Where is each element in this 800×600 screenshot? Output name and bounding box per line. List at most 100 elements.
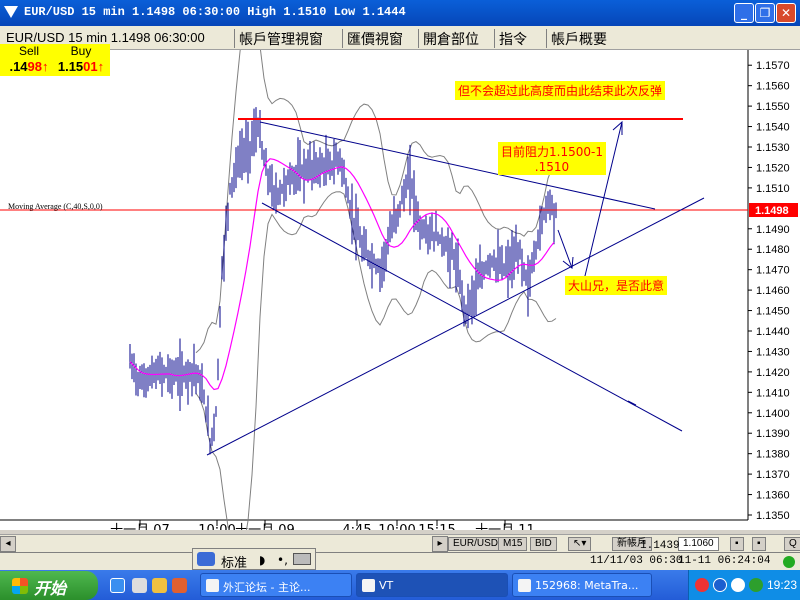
status-server-time: 11-11 06:24:04 <box>678 555 771 567</box>
tab-account-summary[interactable]: 帳戶概要 <box>546 29 611 48</box>
scroll-left-button[interactable]: ◂ <box>0 536 16 552</box>
price-tick-label: 1.1430 <box>756 346 790 358</box>
minimize-button[interactable]: _ <box>734 3 754 23</box>
task-metatrader[interactable]: 152968: MetaTra... <box>512 573 652 597</box>
symbol-title: EUR/USD 15 min 1.1498 06:30:00 <box>6 30 205 45</box>
minimize-icon: _ <box>741 6 747 20</box>
price-tick-label: 1.1490 <box>756 224 790 236</box>
half-width-icon[interactable]: ◗ <box>259 553 265 567</box>
annotation-bottom: 大山兄，是否此意 <box>565 276 668 295</box>
media-icon[interactable] <box>152 578 167 593</box>
bollinger-bands <box>195 50 557 530</box>
tray-icon-1[interactable] <box>695 578 709 592</box>
connection-status-icon <box>783 556 795 568</box>
tab-period[interactable]: M15 <box>498 537 528 551</box>
task-forum[interactable]: 外汇论坛 - 主论... <box>200 573 352 597</box>
price-bars <box>129 107 557 455</box>
price-tick-label: 1.1540 <box>756 122 790 134</box>
time-tick-label: 十一月.09 <box>235 523 295 530</box>
vt-icon <box>362 579 375 592</box>
price-tick-label: 1.1480 <box>756 244 790 256</box>
time-tick-label: 15:15 <box>418 523 455 530</box>
metatrader-icon <box>518 579 531 592</box>
buy-label: Buy <box>70 44 92 58</box>
lower-channel-line <box>261 202 683 432</box>
tab-orders[interactable]: 指令 <box>494 29 531 48</box>
sell-label: Sell <box>18 44 39 58</box>
price-tick-label: 1.1510 <box>756 183 790 195</box>
price-tick-label: 1.1370 <box>756 469 790 481</box>
task-vt[interactable]: VT <box>356 573 508 597</box>
app-logo-icon <box>4 6 18 18</box>
desktop-icon[interactable] <box>132 578 147 593</box>
tab-side[interactable]: BID <box>530 537 557 551</box>
sell-quote[interactable]: Sell .1498↑ <box>0 44 58 76</box>
price-tick-label: 1.1520 <box>756 162 790 174</box>
chart-scroll-bar[interactable]: ◂ ▸ EUR/USD M15 BID ↖▾ 新帳戶 1.1060 ▪ ▪ Q <box>0 534 800 552</box>
tab-quotes[interactable]: 匯價視窗 <box>342 29 407 48</box>
ime-toolbar[interactable]: 标准 ◗ •, <box>192 548 316 571</box>
ime-logo-icon <box>197 552 215 566</box>
clock: 19:23 <box>767 578 798 592</box>
price-tick-label: 1.1410 <box>756 387 790 399</box>
price-tick-label: 1.1440 <box>756 326 790 338</box>
price-tick-label: 1.1550 <box>756 101 790 113</box>
tab-account-management[interactable]: 帳戶管理視窗 <box>234 29 327 48</box>
chart-tool-icon-2[interactable]: ▪ <box>752 537 766 551</box>
ime-mode[interactable]: 标准 <box>221 552 247 571</box>
time-tick-label: 4:45 <box>342 523 371 530</box>
window-title: EUR/USD 15 min 1.1498 06:30:00 High 1.15… <box>24 5 406 19</box>
volume-icon[interactable] <box>731 578 745 592</box>
tab-open-positions[interactable]: 開倉部位 <box>418 29 483 48</box>
status-price: 1.1439 <box>640 540 680 552</box>
tray-icon-2[interactable] <box>713 578 727 592</box>
price-tick-label: 1.1530 <box>756 142 790 154</box>
price-tick-label: 1.1460 <box>756 285 790 297</box>
annotation-resistance-line1: 目前阻力1.1500-1 <box>501 145 603 159</box>
scroll-right-button[interactable]: ▸ <box>432 536 448 552</box>
punctuation-icon[interactable]: •, <box>277 553 288 567</box>
time-tick-label: 10:00 <box>198 523 235 530</box>
price-tick-label: 1.1560 <box>756 81 790 93</box>
browser-icon <box>206 579 219 592</box>
price-tick-label: 1.1360 <box>756 490 790 502</box>
start-button[interactable]: 开始 <box>0 571 98 600</box>
annotation-resistance: 目前阻力1.1500-1 .1510 <box>498 142 606 175</box>
price-tick-label: 1.1400 <box>756 408 790 420</box>
restore-button[interactable]: ❐ <box>755 3 775 23</box>
annotation-top: 但不会超过此高度而由此结束此次反弹 <box>455 81 666 100</box>
buy-price: 1.1501↑ <box>57 59 105 74</box>
title-bar: EUR/USD 15 min 1.1498 06:30:00 High 1.15… <box>0 0 800 26</box>
price-tick-label: 1.1470 <box>756 265 790 277</box>
system-tray: 19:23 <box>688 570 800 600</box>
cursor-tool-icon[interactable]: ↖▾ <box>568 537 592 551</box>
soft-keyboard-icon[interactable] <box>293 553 311 565</box>
windows-logo-icon <box>12 578 28 594</box>
price-chart[interactable]: 1.1570 1.1560 1.1550 1.1540 1.1530 1.1520 1.15… <box>0 50 800 530</box>
tab-symbol[interactable]: EUR/USD <box>448 537 504 551</box>
price-tick-label: 1.1420 <box>756 367 790 379</box>
price-axis: 1.1570 1.1560 1.1550 1.1540 1.1530 1.1520 1.15… <box>748 60 790 522</box>
start-label: 开始 <box>34 579 67 598</box>
price-tick-label: 1.1570 <box>756 60 790 72</box>
network-icon[interactable] <box>749 578 763 592</box>
restore-icon: ❐ <box>759 6 771 20</box>
status-bar: 11/11/03 06:30 1.1439 11-11 06:24:04 <box>0 540 800 570</box>
time-tick-label: 10:00 <box>378 523 415 530</box>
buy-quote[interactable]: Buy 1.1501↑ <box>52 44 110 76</box>
close-button[interactable]: ✕ <box>776 3 796 23</box>
quick-launch-icon[interactable] <box>172 578 187 593</box>
close-icon: ✕ <box>780 6 792 20</box>
ie-icon[interactable] <box>110 578 125 593</box>
price-tick-label: 1.1450 <box>756 306 790 318</box>
price-input-box[interactable]: 1.1060 <box>678 537 719 551</box>
query-button[interactable]: Q <box>784 537 800 551</box>
chart-tool-icon[interactable]: ▪ <box>730 537 744 551</box>
annotation-resistance-line2: .1510 <box>534 160 570 174</box>
taskbar: 开始 外汇论坛 - 主论... VT 152968: MetaTra... 19… <box>0 570 800 600</box>
chart-area[interactable]: 1.1570 1.1560 1.1550 1.1540 1.1530 1.1520 1.15… <box>0 50 800 530</box>
time-tick-label: 十一月.11 <box>475 523 535 530</box>
time-tick-label: 十一月.07 <box>110 523 170 530</box>
price-tick-label: 1.1380 <box>756 449 790 461</box>
time-axis: 十一月.0710:00十一月.094:4510:0015:15十一月.11 <box>110 520 535 530</box>
